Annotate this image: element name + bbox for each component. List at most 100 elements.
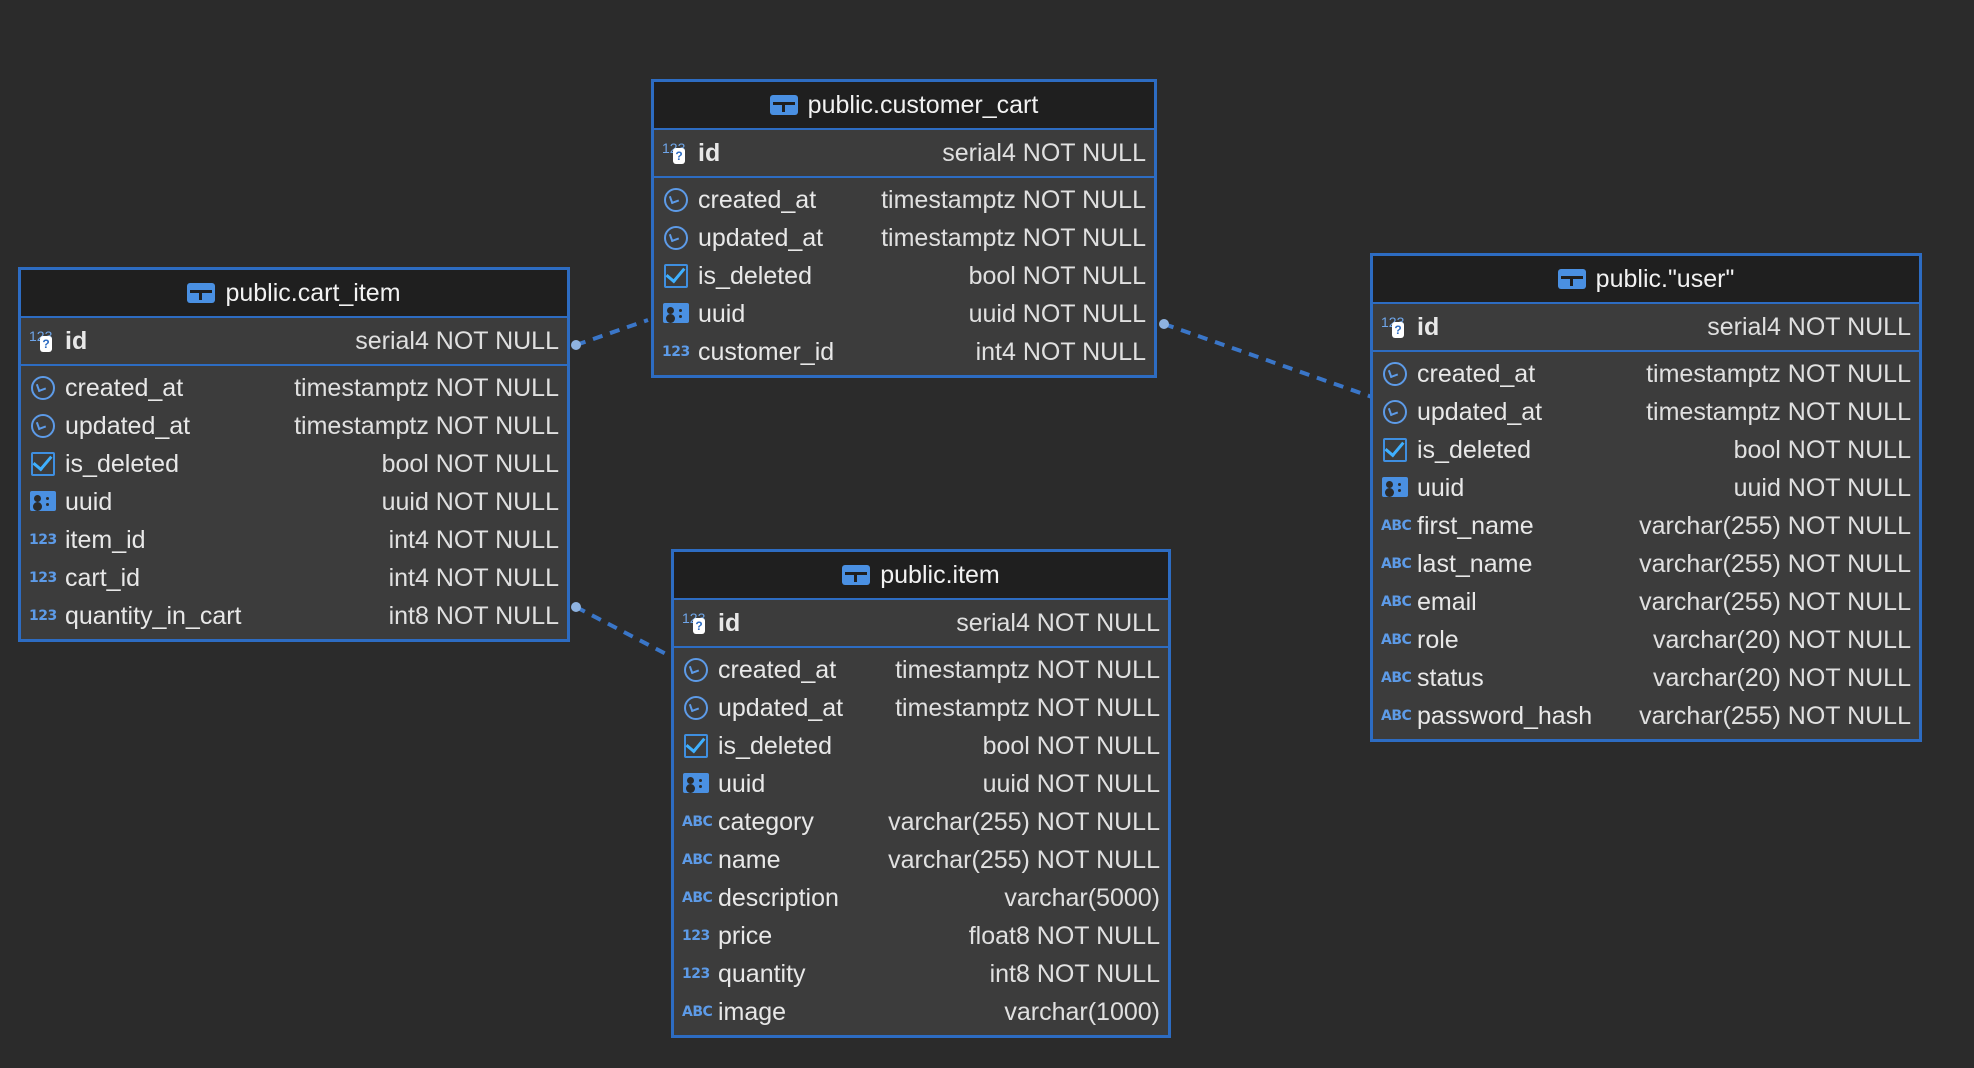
column-row[interactable]: ABC email varchar(255) NOT NULL xyxy=(1373,583,1919,621)
column-type: bool NOT NULL xyxy=(968,261,1146,290)
column-row[interactable]: ABC description varchar(5000) xyxy=(674,879,1168,917)
column-row[interactable]: uuid uuid NOT NULL xyxy=(1373,469,1919,507)
primary-key-row[interactable]: 123? id serial4 NOT NULL xyxy=(1373,304,1919,352)
number-icon: 123 xyxy=(29,532,57,548)
column-row[interactable]: is_deleted bool NOT NULL xyxy=(654,257,1154,295)
column-name: is_deleted xyxy=(65,449,179,478)
column-type: varchar(255) NOT NULL xyxy=(1639,549,1911,578)
column-type: serial4 NOT NULL xyxy=(956,608,1160,637)
column-row[interactable]: created_at timestamptz NOT NULL xyxy=(674,651,1168,689)
column-row[interactable]: ABC role varchar(20) NOT NULL xyxy=(1373,621,1919,659)
key-number-icon: 123? xyxy=(682,609,710,637)
table-header[interactable]: public.item xyxy=(674,552,1168,600)
column-name: category xyxy=(718,807,814,836)
column-row[interactable]: ABC image varchar(1000) xyxy=(674,993,1168,1031)
clock-icon xyxy=(29,412,57,440)
column-row[interactable]: is_deleted bool NOT NULL xyxy=(21,445,567,483)
column-row[interactable]: updated_at timestamptz NOT NULL xyxy=(21,407,567,445)
column-row[interactable]: ABC password_hash varchar(255) NOT NULL xyxy=(1373,697,1919,735)
column-type: float8 NOT NULL xyxy=(968,921,1160,950)
table-customer-cart[interactable]: public.customer_cart 123? id serial4 NOT N… xyxy=(651,79,1157,378)
column-row[interactable]: created_at timestamptz NOT NULL xyxy=(21,369,567,407)
column-name: id xyxy=(65,326,88,355)
column-name: image xyxy=(718,997,787,1026)
column-row[interactable]: 123 customer_id int4 NOT NULL xyxy=(654,333,1154,371)
table-cart-item[interactable]: public.cart_item 123? id serial4 NOT NULL c… xyxy=(18,267,570,642)
table-title: public.item xyxy=(880,560,1000,589)
number-icon: 123 xyxy=(682,966,710,982)
column-type: uuid NOT NULL xyxy=(381,487,559,516)
column-row[interactable]: uuid uuid NOT NULL xyxy=(654,295,1154,333)
column-name: id xyxy=(698,138,721,167)
text-icon: ABC xyxy=(682,890,713,906)
column-list: created_at timestamptz NOT NULL updated_at… xyxy=(1373,352,1919,739)
column-row[interactable]: updated_at timestamptz NOT NULL xyxy=(1373,393,1919,431)
column-type: serial4 NOT NULL xyxy=(1707,312,1911,341)
column-name: cart_id xyxy=(65,563,141,592)
connector-endpoint xyxy=(1159,319,1169,329)
column-name: created_at xyxy=(65,373,184,402)
key-number-icon: 123? xyxy=(1381,313,1409,341)
column-row[interactable]: is_deleted bool NOT NULL xyxy=(1373,431,1919,469)
primary-key-row[interactable]: 123? id serial4 NOT NULL xyxy=(674,600,1168,648)
column-type: serial4 NOT NULL xyxy=(355,326,559,355)
column-name: uuid xyxy=(65,487,113,516)
column-name: created_at xyxy=(718,655,837,684)
relation-customer-cart-to-user[interactable] xyxy=(1163,322,1373,399)
id-card-icon xyxy=(662,300,690,328)
column-row[interactable]: 123 cart_id int4 NOT NULL xyxy=(21,559,567,597)
column-row[interactable]: ABC name varchar(255) NOT NULL xyxy=(674,841,1168,879)
column-type: timestamptz NOT NULL xyxy=(294,373,559,402)
column-name: quantity_in_cart xyxy=(65,601,242,630)
column-row[interactable]: created_at timestamptz NOT NULL xyxy=(654,181,1154,219)
table-header[interactable]: public.customer_cart xyxy=(654,82,1154,130)
table-title: public.cart_item xyxy=(225,278,401,307)
checkbox-icon xyxy=(682,732,710,760)
column-name: uuid xyxy=(1417,473,1465,502)
column-row[interactable]: ABC status varchar(20) NOT NULL xyxy=(1373,659,1919,697)
column-type: varchar(255) NOT NULL xyxy=(1639,511,1911,540)
column-row[interactable]: 123 quantity_in_cart int8 NOT NULL xyxy=(21,597,567,635)
column-name: is_deleted xyxy=(698,261,812,290)
column-row[interactable]: ABC category varchar(255) NOT NULL xyxy=(674,803,1168,841)
column-type: uuid NOT NULL xyxy=(1733,473,1911,502)
table-user[interactable]: public."user" 123? id serial4 NOT NULL crea… xyxy=(1370,253,1922,742)
clock-icon xyxy=(1381,398,1409,426)
column-type: timestamptz NOT NULL xyxy=(1646,359,1911,388)
table-header[interactable]: public."user" xyxy=(1373,256,1919,304)
column-row[interactable]: updated_at timestamptz NOT NULL xyxy=(654,219,1154,257)
table-item[interactable]: public.item 123? id serial4 NOT NULL create… xyxy=(671,549,1171,1038)
column-type: varchar(20) NOT NULL xyxy=(1653,625,1911,654)
primary-key-row[interactable]: 123? id serial4 NOT NULL xyxy=(654,130,1154,178)
clock-icon xyxy=(682,694,710,722)
table-header[interactable]: public.cart_item xyxy=(21,270,567,318)
column-row[interactable]: ABC last_name varchar(255) NOT NULL xyxy=(1373,545,1919,583)
column-name: quantity xyxy=(718,959,806,988)
number-icon: 123 xyxy=(29,570,57,586)
column-row[interactable]: uuid uuid NOT NULL xyxy=(21,483,567,521)
relation-cart-item-to-item[interactable] xyxy=(575,605,669,657)
column-type: bool NOT NULL xyxy=(1733,435,1911,464)
table-title: public.customer_cart xyxy=(807,90,1039,119)
column-type: varchar(5000) xyxy=(1004,883,1160,912)
column-list: created_at timestamptz NOT NULL updated_at… xyxy=(654,178,1154,375)
text-icon: ABC xyxy=(1381,632,1412,648)
column-type: timestamptz NOT NULL xyxy=(1646,397,1911,426)
relation-cart-item-to-customer-cart[interactable] xyxy=(575,318,649,347)
column-name: is_deleted xyxy=(1417,435,1531,464)
column-row[interactable]: 123 item_id int4 NOT NULL xyxy=(21,521,567,559)
column-row[interactable]: 123 price float8 NOT NULL xyxy=(674,917,1168,955)
column-row[interactable]: is_deleted bool NOT NULL xyxy=(674,727,1168,765)
text-icon: ABC xyxy=(682,814,713,830)
column-row[interactable]: created_at timestamptz NOT NULL xyxy=(1373,355,1919,393)
primary-key-row[interactable]: 123? id serial4 NOT NULL xyxy=(21,318,567,366)
column-name: updated_at xyxy=(65,411,191,440)
column-name: first_name xyxy=(1417,511,1534,540)
column-type: timestamptz NOT NULL xyxy=(895,693,1160,722)
column-row[interactable]: updated_at timestamptz NOT NULL xyxy=(674,689,1168,727)
column-name: item_id xyxy=(65,525,146,554)
column-row[interactable]: 123 quantity int8 NOT NULL xyxy=(674,955,1168,993)
column-row[interactable]: ABC first_name varchar(255) NOT NULL xyxy=(1373,507,1919,545)
column-row[interactable]: uuid uuid NOT NULL xyxy=(674,765,1168,803)
clock-icon xyxy=(1381,360,1409,388)
